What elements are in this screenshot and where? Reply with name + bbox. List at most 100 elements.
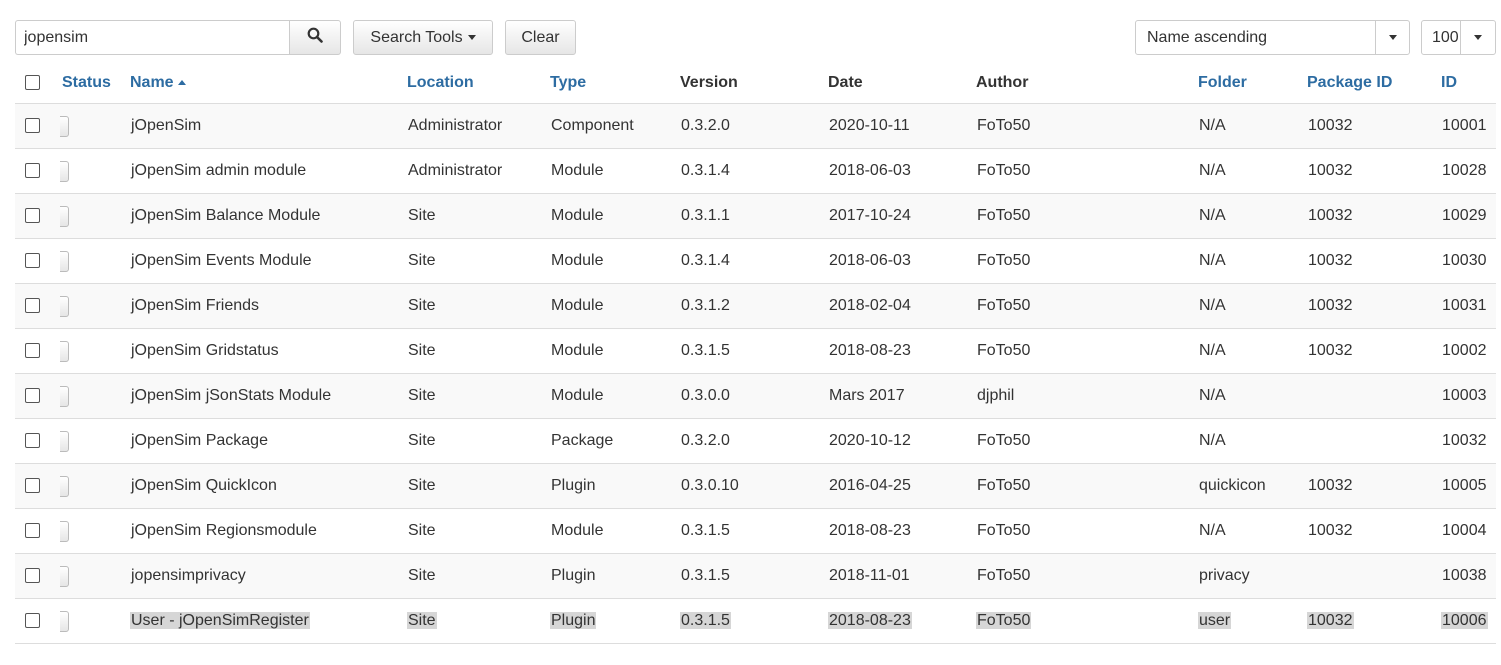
folder-cell: N/A [1198, 103, 1307, 149]
id-cell: 10030 [1441, 238, 1496, 284]
date-cell: 2020-10-12 [828, 418, 976, 464]
ordering-select[interactable]: Name ascending [1135, 20, 1410, 55]
search-button[interactable] [289, 20, 341, 55]
row-checkbox[interactable] [25, 208, 40, 224]
version-cell: 0.3.1.4 [680, 238, 828, 284]
date-cell: 2018-11-01 [828, 553, 976, 599]
row-select-cell [15, 598, 60, 644]
location-column-header[interactable]: Location [407, 62, 550, 104]
type-column-header[interactable]: Type [550, 62, 680, 104]
type-cell: Plugin [550, 598, 680, 644]
date-value: 2018-08-23 [829, 522, 911, 539]
status-column-header[interactable]: Status [60, 62, 130, 104]
row-select-cell [15, 328, 60, 374]
ordering-dropdown-toggle[interactable] [1375, 21, 1409, 54]
status-toggle-button[interactable] [60, 115, 69, 137]
package-id-cell [1307, 418, 1441, 464]
table-row[interactable]: jOpenSim Regionsmodule Site Module 0.3.1.5 2… [15, 508, 1496, 554]
type-cell: Module [550, 328, 680, 374]
id-cell: 10002 [1441, 328, 1496, 374]
search-input[interactable] [15, 20, 299, 55]
row-checkbox[interactable] [25, 433, 40, 449]
author-cell: FoTo50 [976, 553, 1198, 599]
clear-label: Clear [521, 28, 560, 46]
location-cell: Site [407, 328, 550, 374]
limit-select[interactable]: 100 [1421, 20, 1496, 55]
table-row[interactable]: jOpenSim Events Module Site Module 0.3.1.4 2… [15, 238, 1496, 284]
clear-button[interactable]: Clear [505, 20, 576, 55]
version-cell: 0.3.1.5 [680, 553, 828, 599]
row-checkbox[interactable] [25, 388, 40, 404]
row-checkbox[interactable] [25, 523, 40, 539]
table-row[interactable]: jOpenSim Administrator Component 0.3.2.0 202… [15, 103, 1496, 149]
row-checkbox[interactable] [25, 163, 40, 179]
status-toggle-button[interactable] [60, 340, 69, 362]
row-checkbox[interactable] [25, 118, 40, 134]
status-toggle-button[interactable] [60, 295, 69, 317]
table-row[interactable]: jOpenSim QuickIcon Site Plugin 0.3.0.10 2016… [15, 463, 1496, 509]
row-checkbox[interactable] [25, 568, 40, 584]
id-value: 10029 [1442, 207, 1487, 224]
table-row[interactable]: jOpenSim Friends Site Module 0.3.1.2 2018-02… [15, 283, 1496, 329]
select-all-checkbox[interactable] [25, 74, 40, 90]
version-value: 0.3.0.0 [681, 387, 730, 404]
version-value: 0.3.2.0 [681, 117, 730, 134]
location-value: Site [407, 612, 437, 629]
author-cell: FoTo50 [976, 103, 1198, 149]
date-value: 2020-10-12 [829, 432, 911, 449]
status-toggle-button[interactable] [60, 160, 69, 182]
name-value: jOpenSim Events Module [131, 252, 312, 269]
row-checkbox[interactable] [25, 343, 40, 359]
location-cell: Site [407, 508, 550, 554]
row-checkbox[interactable] [25, 253, 40, 269]
version-value: 0.3.1.2 [681, 297, 730, 314]
table-row[interactable]: jOpenSim Package Site Package 0.3.2.0 2020-1… [15, 418, 1496, 464]
table-row[interactable]: jopensimprivacy Site Plugin 0.3.1.5 2018-11-… [15, 553, 1496, 599]
row-checkbox[interactable] [25, 613, 40, 629]
id-column-header[interactable]: ID [1441, 62, 1496, 104]
table-row[interactable]: User - jOpenSimRegister Site Plugin 0.3.1.5… [15, 598, 1496, 644]
row-checkbox[interactable] [25, 298, 40, 314]
folder-cell: N/A [1198, 238, 1307, 284]
author-value: FoTo50 [977, 522, 1031, 539]
table-row[interactable]: jOpenSim Gridstatus Site Module 0.3.1.5 2018… [15, 328, 1496, 374]
status-toggle-button[interactable] [60, 565, 69, 587]
version-value: 0.3.1.4 [681, 252, 730, 269]
search-tools-button[interactable]: Search Tools [353, 20, 493, 55]
id-value: 10031 [1442, 297, 1487, 314]
package-id-value: 10032 [1308, 207, 1353, 224]
date-value: 2018-06-03 [829, 162, 911, 179]
status-toggle-button[interactable] [60, 430, 69, 452]
package-id-column-header[interactable]: Package ID [1307, 62, 1441, 104]
folder-cell: N/A [1198, 328, 1307, 374]
date-cell: 2018-08-23 [828, 508, 976, 554]
id-value: 10004 [1442, 522, 1487, 539]
date-cell: 2020-10-11 [828, 103, 976, 149]
status-toggle-button[interactable] [60, 250, 69, 272]
type-value: Module [551, 522, 604, 539]
name-column-header[interactable]: Name [130, 62, 407, 104]
folder-column-header[interactable]: Folder [1198, 62, 1307, 104]
author-value: FoTo50 [976, 612, 1032, 629]
limit-dropdown-toggle[interactable] [1460, 21, 1495, 54]
table-row[interactable]: jOpenSim Balance Module Site Module 0.3.1.1… [15, 193, 1496, 239]
row-checkbox[interactable] [25, 478, 40, 494]
status-cell [60, 553, 130, 599]
status-toggle-button[interactable] [60, 385, 69, 407]
name-cell: jOpenSim Friends [130, 283, 407, 329]
id-value: 10028 [1442, 162, 1487, 179]
status-toggle-button[interactable] [60, 610, 69, 632]
id-value: 10003 [1442, 387, 1487, 404]
location-value: Administrator [408, 117, 503, 134]
ordering-value: Name ascending [1147, 29, 1268, 46]
status-toggle-button[interactable] [60, 475, 69, 497]
row-select-cell [15, 238, 60, 284]
date-cell: 2016-04-25 [828, 463, 976, 509]
author-value: FoTo50 [977, 207, 1031, 224]
status-toggle-button[interactable] [60, 205, 69, 227]
status-cell [60, 418, 130, 464]
table-row[interactable]: jOpenSim admin module Administrator Module… [15, 148, 1496, 194]
status-toggle-button[interactable] [60, 520, 69, 542]
type-value: Module [551, 297, 604, 314]
table-row[interactable]: jOpenSim jSonStats Module Site Module 0.3.0… [15, 373, 1496, 419]
